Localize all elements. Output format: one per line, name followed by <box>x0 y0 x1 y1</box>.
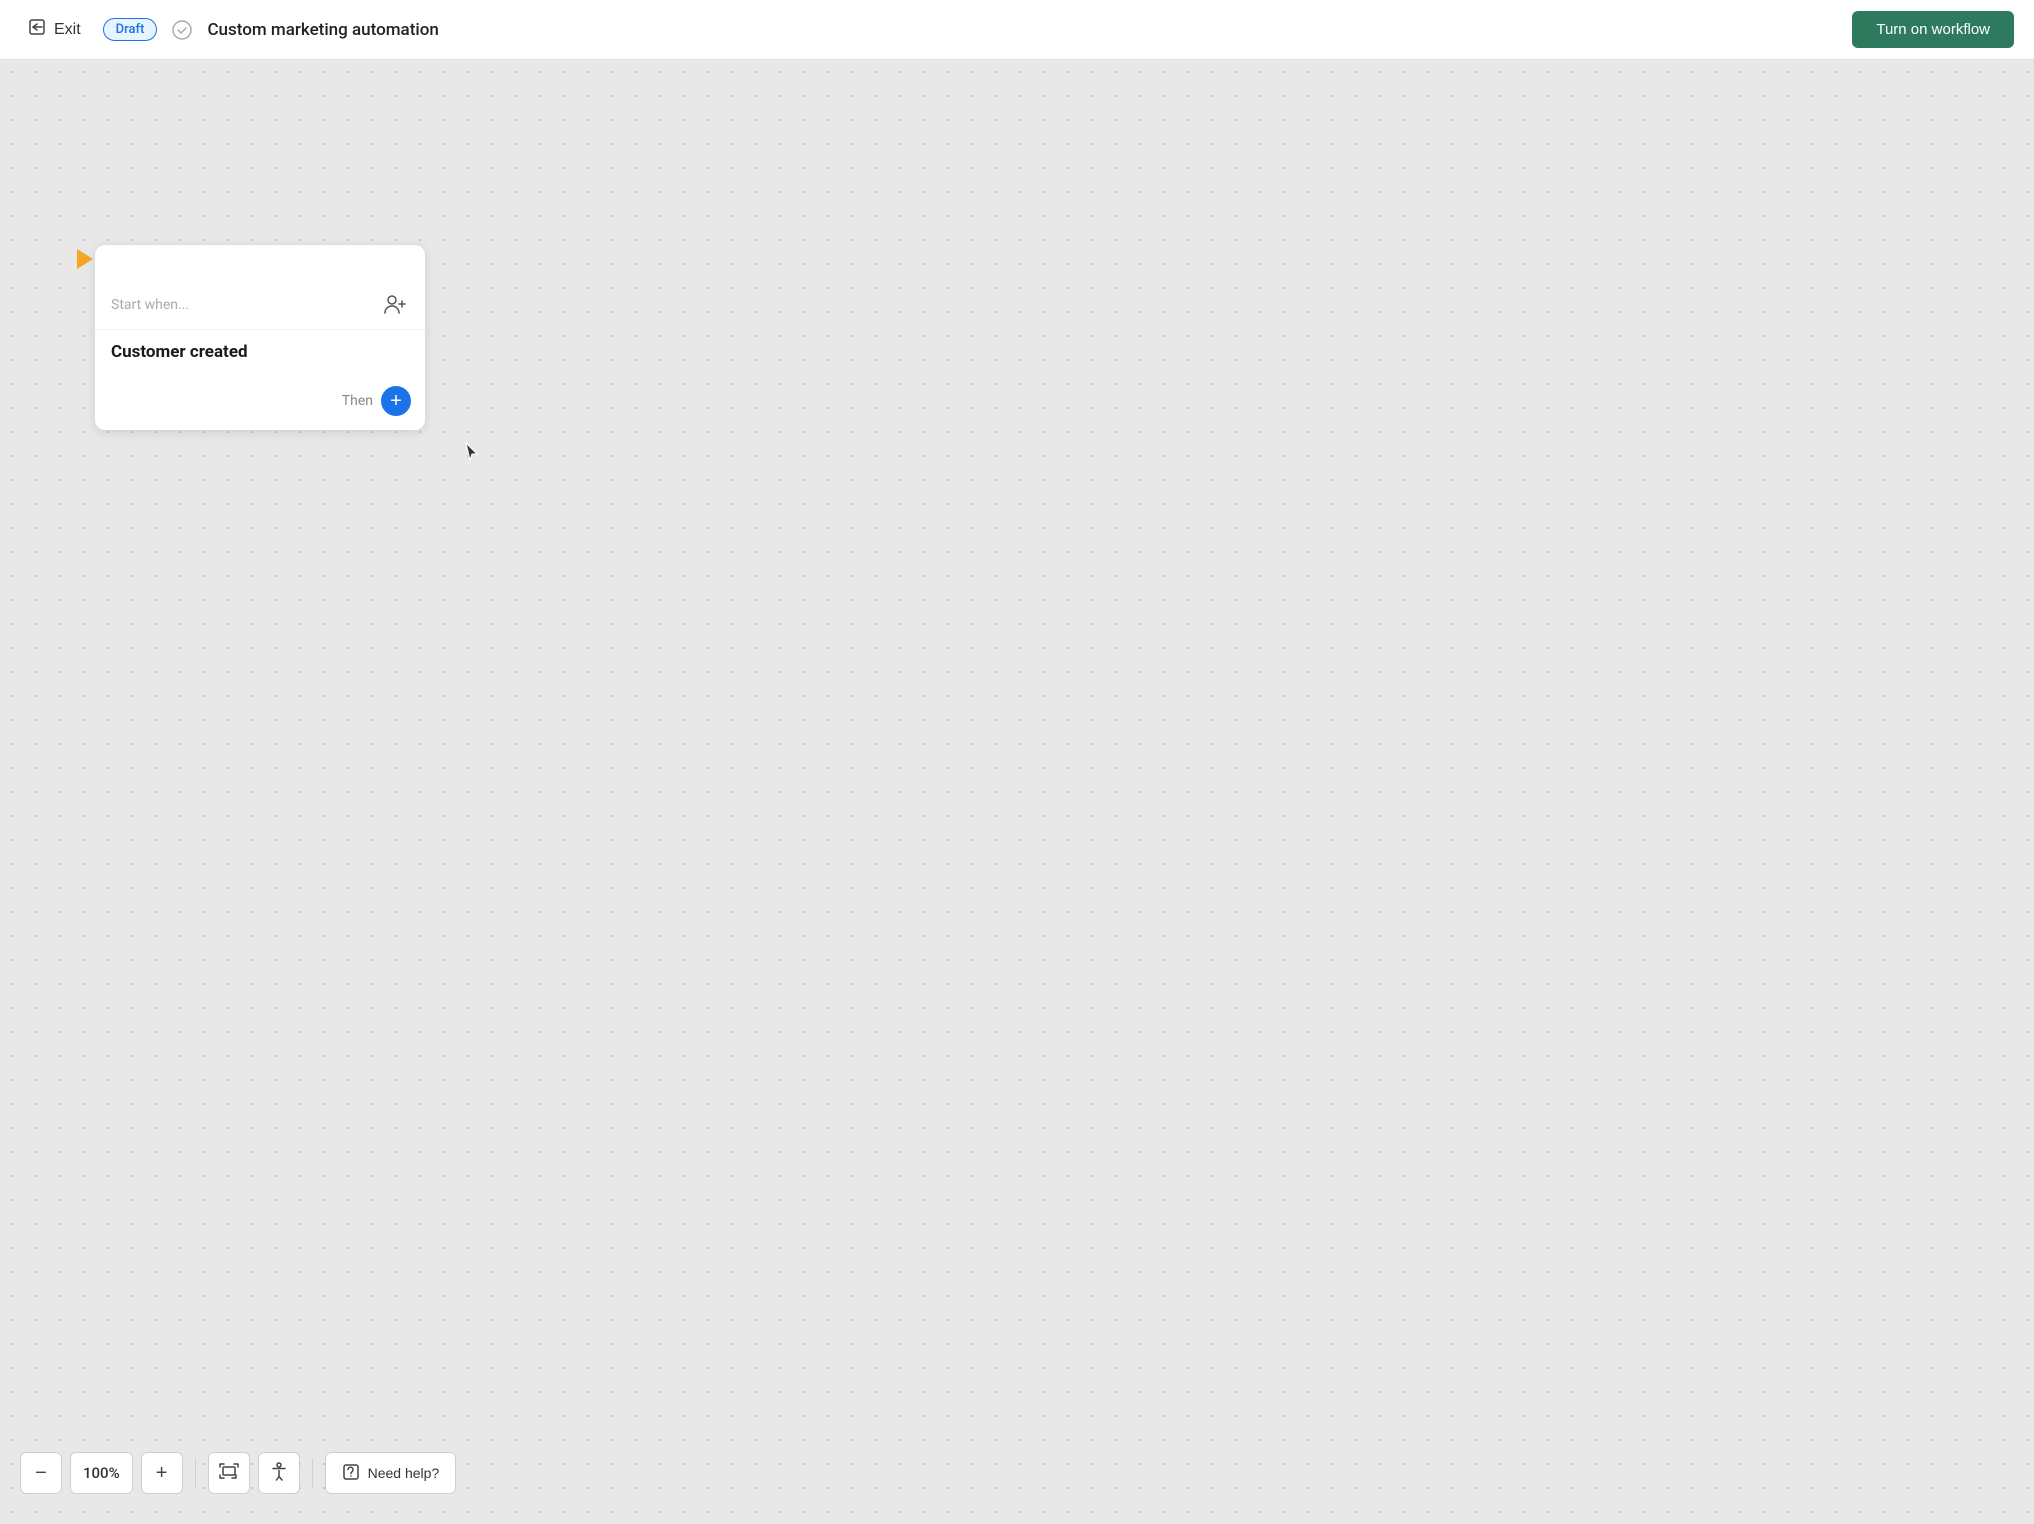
cursor <box>465 442 479 462</box>
fit-to-screen-button[interactable] <box>208 1452 250 1494</box>
exit-label: Exit <box>54 21 81 39</box>
turn-on-workflow-button[interactable]: Turn on workflow <box>1852 11 2014 48</box>
accessibility-icon <box>268 1460 290 1487</box>
card-footer: Then + <box>95 376 425 430</box>
then-label: Then <box>342 393 373 409</box>
play-icon <box>71 245 99 273</box>
trigger-label: Customer created <box>111 342 248 362</box>
plus-icon: + <box>390 391 402 411</box>
accessibility-button[interactable] <box>258 1452 300 1494</box>
start-when-label: Start when... <box>111 297 189 313</box>
card-body: Customer created <box>95 330 425 376</box>
workflow-trigger-card[interactable]: Start when... Customer created Then + <box>95 245 425 430</box>
help-icon <box>342 1463 360 1484</box>
need-help-label: Need help? <box>368 1465 440 1481</box>
user-add-icon <box>381 291 409 319</box>
fit-icon <box>218 1462 240 1485</box>
card-header: Start when... <box>95 277 425 330</box>
zoom-out-button[interactable]: − <box>20 1452 62 1494</box>
header-left: Exit Draft Custom marketing automation <box>20 11 439 48</box>
zoom-level-display: 100% <box>70 1452 133 1494</box>
status-check-icon <box>171 19 193 41</box>
toolbar-divider <box>195 1458 196 1488</box>
card-header-left: Start when... <box>111 297 189 313</box>
exit-icon <box>28 17 48 42</box>
header: Exit Draft Custom marketing automation T… <box>0 0 2034 60</box>
add-step-button[interactable]: + <box>381 386 411 416</box>
exit-button[interactable]: Exit <box>20 11 89 48</box>
need-help-button[interactable]: Need help? <box>325 1452 457 1494</box>
page-title: Custom marketing automation <box>207 20 438 40</box>
zoom-in-button[interactable]: + <box>141 1452 183 1494</box>
workflow-canvas[interactable]: Start when... Customer created Then + <box>0 60 2034 1524</box>
bottom-toolbar: − 100% + <box>20 1452 456 1494</box>
toolbar-divider-2 <box>312 1458 313 1488</box>
draft-badge[interactable]: Draft <box>103 18 158 41</box>
